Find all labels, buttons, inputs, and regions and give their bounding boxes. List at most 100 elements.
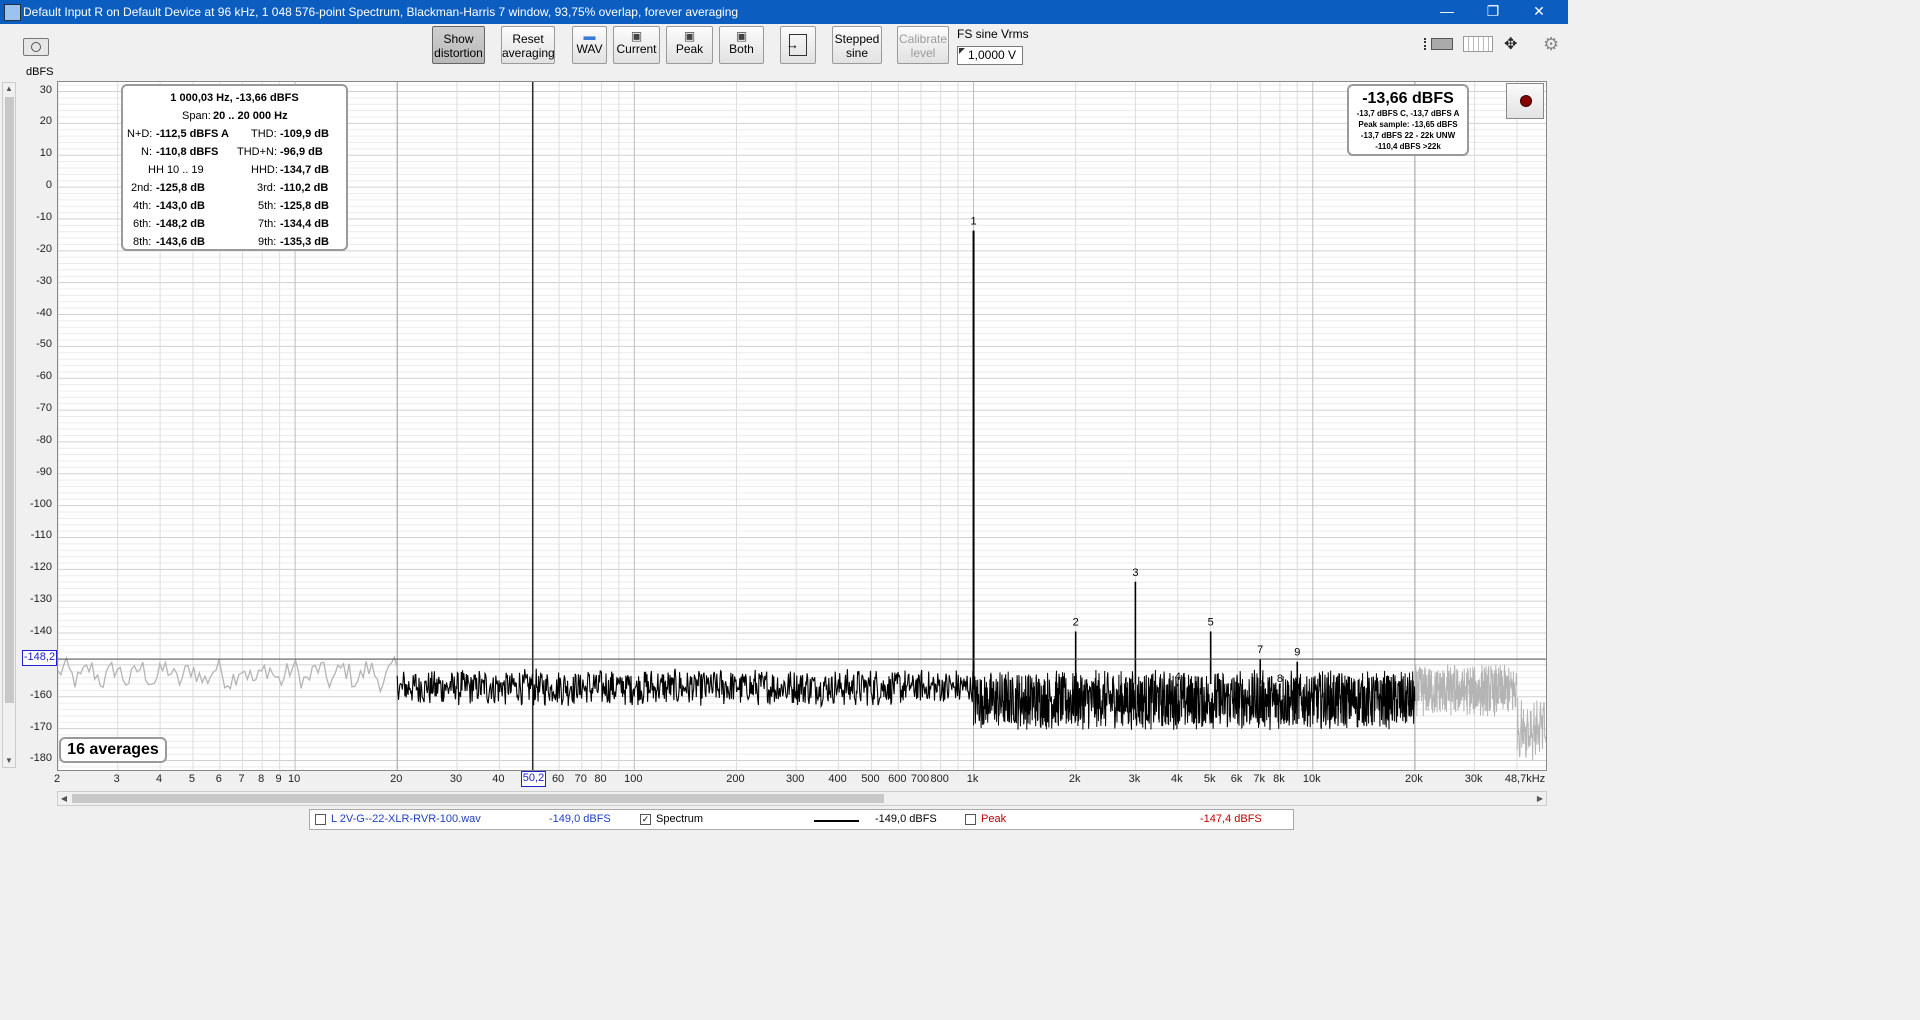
fs-sine-input[interactable]: 1,0000 V <box>957 46 1023 65</box>
thdn-value: -96,9 dB <box>280 146 323 158</box>
scroll-right-icon[interactable]: ▶ <box>1534 792 1546 805</box>
minimize-button[interactable]: — <box>1424 0 1470 24</box>
harmonic-8-label: 8 <box>1277 673 1283 685</box>
reset-averaging-button[interactable]: Reset averaging <box>501 26 555 64</box>
show-distortion-label-1: Show <box>443 32 474 46</box>
harmonic-2-label: 2 <box>1073 616 1079 628</box>
h8-label: 8th: <box>133 236 152 248</box>
vertical-scroll-thumb[interactable] <box>5 97 14 703</box>
file-name[interactable]: L 2V-G--22-XLR-RVR-100.wav <box>331 813 481 825</box>
x-tick-label: 70 <box>574 773 587 785</box>
save-peak-button[interactable]: ▣ Peak <box>666 26 713 64</box>
dropdown-corner-icon <box>959 48 965 54</box>
x-tick-label: 200 <box>726 773 745 785</box>
peak-level: -147,4 dBFS <box>1200 813 1262 825</box>
thd-value: -109,9 dB <box>280 128 329 140</box>
h5-label: 5th: <box>258 200 277 212</box>
calibrate-level-label-2: level <box>910 46 936 60</box>
h5-value: -125,8 dB <box>280 200 329 212</box>
x-tick-label: 10 <box>287 773 301 785</box>
camera-icon[interactable] <box>23 38 49 56</box>
title-bar: Default Input R on Default Device at 96 … <box>0 0 1568 24</box>
x-tick-label: 20k <box>1405 773 1423 785</box>
x-tick-label: 48,7kHz <box>1504 773 1546 785</box>
x-tick-label: 4k <box>1170 773 1183 785</box>
spectrum-label: Spectrum <box>656 813 704 825</box>
cursor-x-readout[interactable]: 50,2 <box>521 771 546 787</box>
spectrum-line-swatch <box>814 820 859 822</box>
restore-button[interactable]: ❐ <box>1470 0 1516 24</box>
close-button[interactable]: ✕ <box>1516 0 1562 24</box>
layout-icon[interactable] <box>1424 36 1454 52</box>
x-tick-label: 20 <box>390 773 403 785</box>
nd-value: -112,5 dBFS A <box>156 128 229 140</box>
import-button[interactable]: → <box>780 26 816 64</box>
horizontal-scrollbar[interactable]: ◀ ▶ <box>57 791 1547 806</box>
x-tick-label: 10k <box>1302 773 1321 785</box>
scroll-down-icon[interactable]: ▼ <box>3 755 15 767</box>
stepped-sine-button[interactable]: Stepped sine <box>832 26 882 64</box>
app-icon <box>4 4 21 21</box>
fundamental-readout: 1 000,03 Hz, -13,66 dBFS <box>170 92 299 104</box>
h6-label: 6th: <box>133 218 152 230</box>
vertical-scrollbar[interactable]: ▲ ▼ <box>2 82 16 768</box>
fs-sine-label: FS sine Vrms <box>957 27 1029 41</box>
harmonic-7-label: 7 <box>1257 644 1263 656</box>
cursor-y-readout[interactable]: -148,2 <box>22 650 57 666</box>
show-distortion-label-2: distortion <box>434 46 483 60</box>
y-tick-label: -160 <box>29 688 52 701</box>
save-icon: ▣ <box>735 29 748 43</box>
save-both-button[interactable]: ▣ Both <box>719 26 764 64</box>
x-tick-label: 400 <box>828 773 847 785</box>
harmonic-4-label: 4 <box>1175 671 1181 683</box>
y-tick-label: -30 <box>36 274 52 287</box>
x-tick-label: 7k <box>1253 773 1266 785</box>
h4-label: 4th: <box>133 200 152 212</box>
save-current-button[interactable]: ▣ Current <box>613 26 660 64</box>
wav-button[interactable]: ▬ WAV <box>572 26 607 64</box>
y-tick-label: -60 <box>36 370 52 383</box>
show-distortion-button[interactable]: Show distortion <box>432 26 485 64</box>
calibrate-level-button[interactable]: Calibrate level <box>897 26 949 64</box>
y-tick-label: 20 <box>39 115 52 128</box>
x-tick-label: 9 <box>275 773 282 785</box>
y-tick-label: -110 <box>30 529 52 542</box>
gear-icon[interactable]: ⚙ <box>1543 34 1559 55</box>
h7-value: -134,4 dB <box>280 218 329 230</box>
columns-icon[interactable] <box>1463 36 1493 52</box>
x-tick-label: 300 <box>785 773 805 785</box>
level-main: -13,66 dBFS <box>1362 90 1454 107</box>
y-tick-label: -10 <box>36 210 52 223</box>
h2-value: -125,8 dB <box>156 182 205 194</box>
spectrum-trace-high <box>973 669 1416 731</box>
horizontal-scroll-thumb[interactable] <box>72 794 884 803</box>
x-tick-label: 8k <box>1273 773 1285 785</box>
x-tick-label: 2 <box>53 773 61 785</box>
x-tick-label: 3 <box>113 773 120 785</box>
record-button[interactable] <box>1506 83 1544 119</box>
spectrum-trace-gray-high <box>1414 664 1518 717</box>
y-tick-label: 10 <box>39 147 52 160</box>
harmonic-9-label: 9 <box>1294 647 1300 659</box>
x-tick-label: 3k <box>1128 773 1141 785</box>
y-tick-label: -120 <box>29 561 52 574</box>
peak-checkbox[interactable] <box>965 814 976 825</box>
scroll-up-icon[interactable]: ▲ <box>3 83 15 95</box>
scroll-left-icon[interactable]: ◀ <box>58 792 70 805</box>
hh-label: HH 10 .. 19 <box>148 164 204 176</box>
folder-icon: ▬ <box>583 29 596 43</box>
expand-icon[interactable]: ✥ <box>1504 34 1517 54</box>
spectrum-trace-main <box>396 668 975 709</box>
y-tick-label: -130 <box>29 593 52 606</box>
n-label: N: <box>141 146 152 158</box>
h3-label: 3rd: <box>257 182 276 194</box>
current-label: Current <box>616 42 657 56</box>
y-tick-label: -180 <box>29 752 52 765</box>
stepped-sine-label-1: Stepped <box>834 32 880 46</box>
x-tick-label: 100 <box>624 773 643 785</box>
level-line-1: -13,7 dBFS C, -13,7 dBFS A <box>1356 109 1460 118</box>
file-trace-checkbox[interactable] <box>315 814 326 825</box>
spectrum-checkbox[interactable]: ✓ <box>640 814 651 825</box>
x-tick-label: 2k <box>1068 773 1081 785</box>
save-icon: ▣ <box>630 29 643 43</box>
